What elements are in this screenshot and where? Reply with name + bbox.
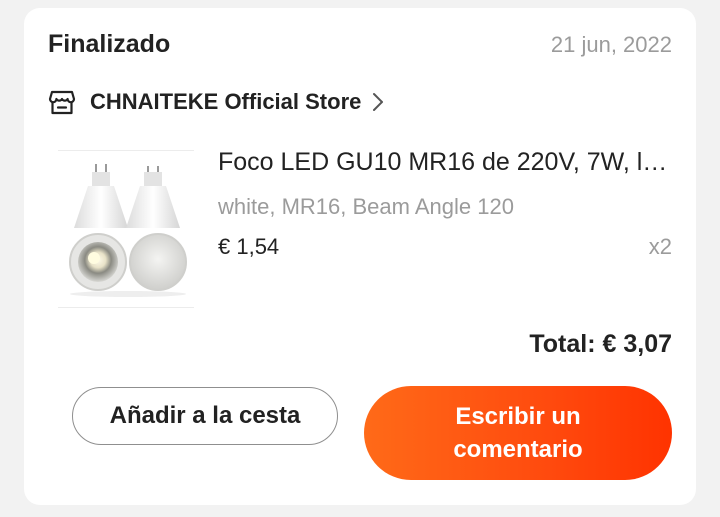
chevron-right-icon [373,93,384,111]
order-date: 21 jun, 2022 [550,32,672,57]
add-to-cart-button[interactable]: Añadir a la cesta [72,387,338,445]
write-review-label: Escribir un comentario [453,403,583,463]
product-quantity: x2 [648,234,672,259]
order-status: Finalizado [48,30,171,58]
order-card: Finalizado 21 jun, 2022 CHNAITEKE Offici… [24,8,696,505]
product-title[interactable]: Foco LED GU10 MR16 de 220V, 7W, lámpara [218,148,678,177]
write-review-button[interactable]: Escribir un comentario [364,386,672,480]
store-name: CHNAITEKE Official Store [90,89,362,114]
product-image[interactable] [58,150,194,308]
product-price: € 1,54 [218,234,280,259]
store-icon [48,90,76,115]
order-total: Total: € 3,07 [529,330,672,358]
product-variant: white, MR16, Beam Angle 120 [218,194,514,219]
store-link[interactable]: CHNAITEKE Official Store [48,88,385,116]
